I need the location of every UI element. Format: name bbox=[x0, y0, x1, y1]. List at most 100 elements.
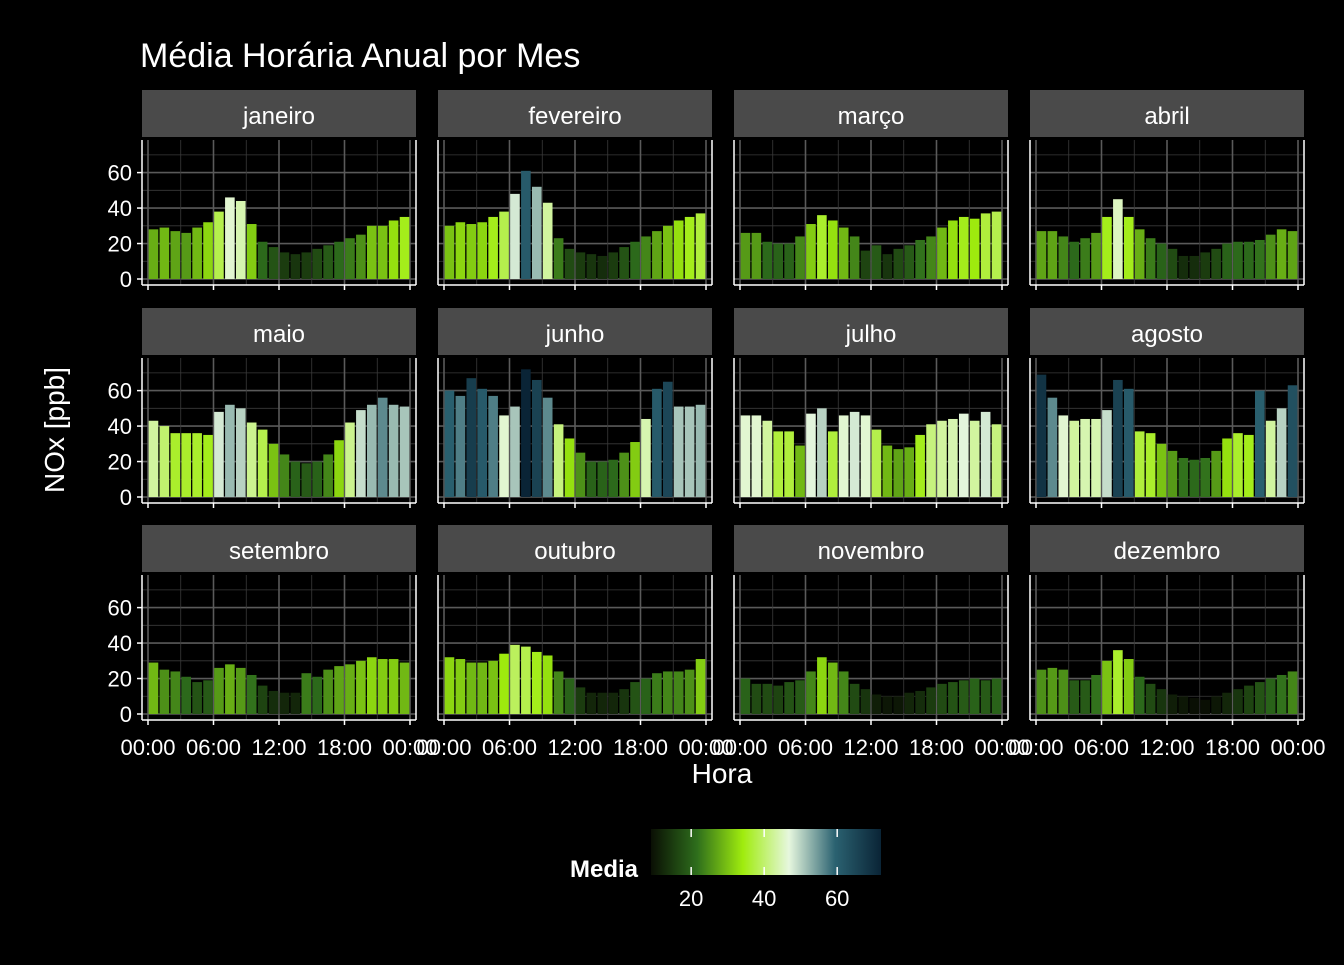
bar bbox=[740, 415, 751, 497]
bar bbox=[148, 420, 159, 497]
y-tick-label: 40 bbox=[108, 196, 132, 221]
bar bbox=[630, 241, 640, 279]
panel-label: janeiro bbox=[242, 103, 315, 130]
x-tick-label: 00:00 bbox=[416, 735, 471, 760]
bar bbox=[1167, 248, 1178, 279]
bar bbox=[893, 449, 904, 497]
panel-outubro: outubro00:00 06:00 12:00 18:00 00:00 bbox=[416, 525, 734, 760]
bar bbox=[762, 683, 773, 714]
bar bbox=[1222, 692, 1232, 714]
bar bbox=[751, 683, 762, 714]
bar bbox=[751, 415, 762, 497]
bar bbox=[784, 243, 794, 279]
bar bbox=[575, 687, 586, 714]
bar bbox=[1167, 694, 1178, 714]
bar bbox=[838, 671, 849, 714]
bar bbox=[662, 225, 673, 279]
bar bbox=[564, 248, 575, 279]
bar bbox=[1069, 241, 1080, 279]
bar bbox=[827, 220, 838, 279]
bar bbox=[1200, 699, 1211, 714]
y-tick-label: 60 bbox=[108, 379, 132, 404]
bar bbox=[301, 463, 312, 497]
bar bbox=[871, 429, 882, 497]
bar bbox=[1134, 431, 1145, 497]
bar bbox=[795, 680, 805, 714]
bar bbox=[1244, 241, 1254, 279]
bar bbox=[388, 220, 399, 279]
bar bbox=[904, 692, 915, 714]
panel-setembro: setembro020406000:00 06:00 12:00 18:00 00:00 bbox=[108, 525, 438, 760]
panel-julho: julho bbox=[733, 308, 1009, 508]
bar bbox=[652, 673, 662, 714]
bar bbox=[740, 678, 751, 714]
bar bbox=[488, 660, 498, 714]
y-axis-title: NOx [ppb] bbox=[39, 367, 70, 493]
bar bbox=[948, 682, 958, 714]
bar bbox=[684, 406, 695, 497]
bar bbox=[1276, 229, 1287, 279]
y-tick-label: 20 bbox=[108, 232, 132, 257]
x-tick-label: 18:00 bbox=[909, 735, 964, 760]
bar bbox=[345, 238, 355, 279]
bar bbox=[630, 442, 640, 497]
bar bbox=[1047, 231, 1058, 279]
bar bbox=[652, 388, 662, 497]
bar bbox=[662, 671, 673, 714]
bar bbox=[1091, 674, 1101, 714]
bar bbox=[1091, 418, 1101, 497]
bar bbox=[1080, 238, 1090, 279]
bar bbox=[827, 662, 838, 714]
bar bbox=[1113, 379, 1123, 497]
bar bbox=[1287, 671, 1298, 714]
y-tick-label: 0 bbox=[120, 702, 132, 727]
bar bbox=[1058, 236, 1069, 279]
bar bbox=[455, 222, 466, 279]
bar bbox=[499, 415, 509, 497]
bar bbox=[488, 216, 498, 279]
bar bbox=[312, 461, 323, 497]
panel-label: dezembro bbox=[1114, 538, 1221, 565]
bar bbox=[531, 379, 542, 497]
bar bbox=[1134, 229, 1145, 279]
bar bbox=[323, 669, 333, 714]
bar bbox=[969, 678, 980, 714]
bar bbox=[225, 197, 235, 279]
x-axis-title: Hora bbox=[692, 758, 753, 789]
bar bbox=[323, 245, 333, 279]
bar bbox=[159, 227, 170, 279]
y-tick-label: 0 bbox=[120, 485, 132, 510]
bar bbox=[521, 170, 531, 279]
bar bbox=[784, 431, 794, 497]
bar bbox=[1047, 667, 1058, 714]
legend: Media 20 40 60 bbox=[570, 829, 881, 911]
bar bbox=[1276, 674, 1287, 714]
bar bbox=[882, 254, 893, 279]
bar bbox=[455, 659, 466, 714]
bar bbox=[969, 218, 980, 279]
panel-label: julho bbox=[845, 321, 897, 348]
bar bbox=[1178, 457, 1189, 497]
bar bbox=[356, 660, 366, 714]
bar bbox=[969, 420, 980, 497]
panel-maio: maio 0 20 40 60 bbox=[108, 308, 417, 510]
bar bbox=[1156, 443, 1167, 497]
bar bbox=[279, 692, 290, 714]
bar bbox=[1244, 685, 1254, 714]
panel-abril: abril bbox=[1029, 90, 1305, 290]
bar bbox=[345, 422, 355, 497]
bar bbox=[181, 433, 192, 497]
panel-dezembro: dezembro 00:00 06:00 12:00 18:00 00:00 bbox=[1008, 525, 1326, 760]
panel-agosto: agosto bbox=[1029, 308, 1305, 508]
bar bbox=[399, 662, 410, 714]
bar bbox=[795, 236, 805, 279]
bar bbox=[192, 682, 202, 714]
bar bbox=[1069, 680, 1080, 714]
bar bbox=[597, 692, 608, 714]
bar bbox=[673, 220, 684, 279]
bar bbox=[301, 673, 312, 714]
bar bbox=[597, 255, 608, 279]
panel-label: fevereiro bbox=[528, 103, 621, 130]
bar bbox=[915, 434, 925, 497]
panel-label: agosto bbox=[1131, 321, 1203, 348]
